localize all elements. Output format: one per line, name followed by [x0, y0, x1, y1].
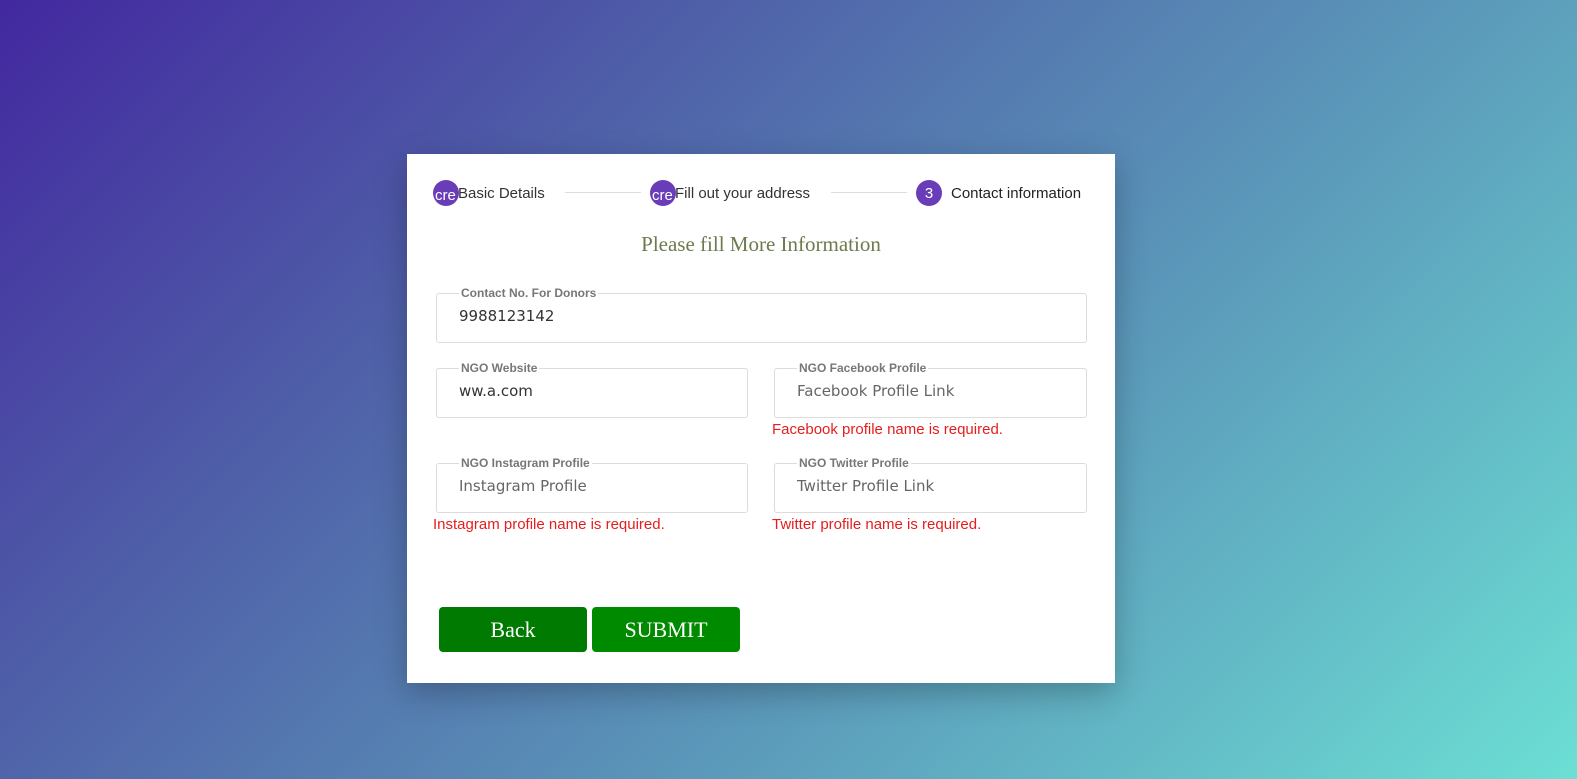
facebook-field: NGO Facebook Profile	[774, 361, 1087, 418]
step-connector	[831, 192, 907, 193]
website-input[interactable]	[459, 382, 729, 400]
submit-button[interactable]: SUBMIT	[592, 607, 740, 652]
step-connector	[565, 192, 641, 193]
facebook-input[interactable]	[797, 382, 1068, 400]
step-basic-details[interactable]: cre Basic Details	[433, 180, 545, 206]
instagram-field: NGO Instagram Profile	[436, 456, 748, 513]
website-field: NGO Website	[436, 361, 748, 418]
step-3-circle: 3	[916, 180, 942, 206]
twitter-field: NGO Twitter Profile	[774, 456, 1087, 513]
twitter-input[interactable]	[797, 477, 1068, 495]
instagram-label: NGO Instagram Profile	[459, 456, 592, 470]
contact-label: Contact No. For Donors	[459, 286, 599, 300]
step-contact-information[interactable]: 3 Contact information	[916, 180, 1081, 206]
twitter-error: Twitter profile name is required.	[772, 516, 982, 533]
step-2-circle: cre	[650, 180, 676, 206]
step-3-label: Contact information	[951, 184, 1082, 202]
twitter-label: NGO Twitter Profile	[797, 456, 911, 470]
contact-field: Contact No. For Donors	[436, 286, 1087, 343]
step-1-circle: cre	[433, 180, 459, 206]
website-label: NGO Website	[459, 361, 540, 375]
instagram-input[interactable]	[459, 477, 729, 495]
step-2-label: Fill out your address	[675, 184, 811, 202]
back-button[interactable]: Back	[439, 607, 587, 652]
step-address[interactable]: cre Fill out your address	[650, 180, 810, 206]
contact-input[interactable]	[459, 307, 1068, 325]
form-heading: Please fill More Information	[641, 232, 881, 256]
step-1-label: Basic Details	[458, 184, 545, 202]
facebook-label: NGO Facebook Profile	[797, 361, 929, 375]
stepper: cre Basic Details cre Fill out your addr…	[433, 180, 1089, 206]
instagram-error: Instagram profile name is required.	[433, 516, 665, 533]
form-card: cre Basic Details cre Fill out your addr…	[407, 154, 1115, 683]
facebook-error: Facebook profile name is required.	[772, 421, 1003, 438]
